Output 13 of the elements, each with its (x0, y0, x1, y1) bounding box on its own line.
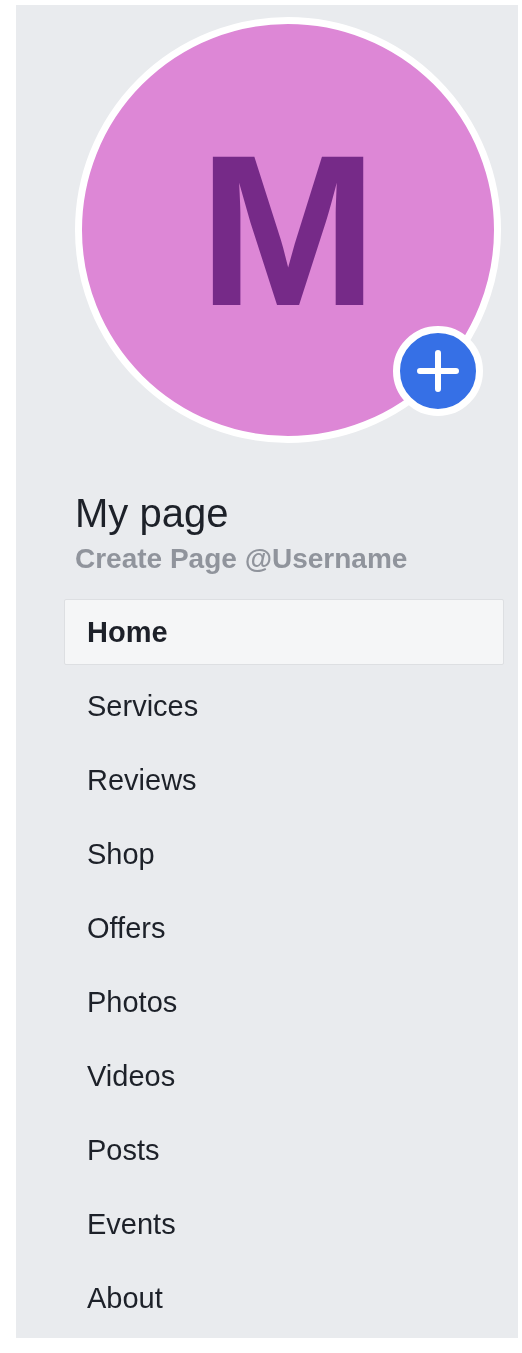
nav-item[interactable]: Services (64, 673, 504, 739)
nav-item[interactable]: Photos (64, 969, 504, 1035)
nav-item[interactable]: Home (64, 599, 504, 665)
nav-item[interactable]: Offers (64, 895, 504, 961)
nav-item[interactable]: Videos (64, 1043, 504, 1109)
plus-icon (417, 350, 459, 392)
page-title: My page (75, 491, 230, 535)
nav-item[interactable]: Events (64, 1191, 504, 1257)
nav-item[interactable]: About (64, 1265, 504, 1331)
nav-item[interactable]: Posts (64, 1117, 504, 1183)
nav-item[interactable]: Shop (64, 821, 504, 887)
avatar: M (75, 17, 501, 443)
nav-item[interactable]: Reviews (64, 747, 504, 813)
